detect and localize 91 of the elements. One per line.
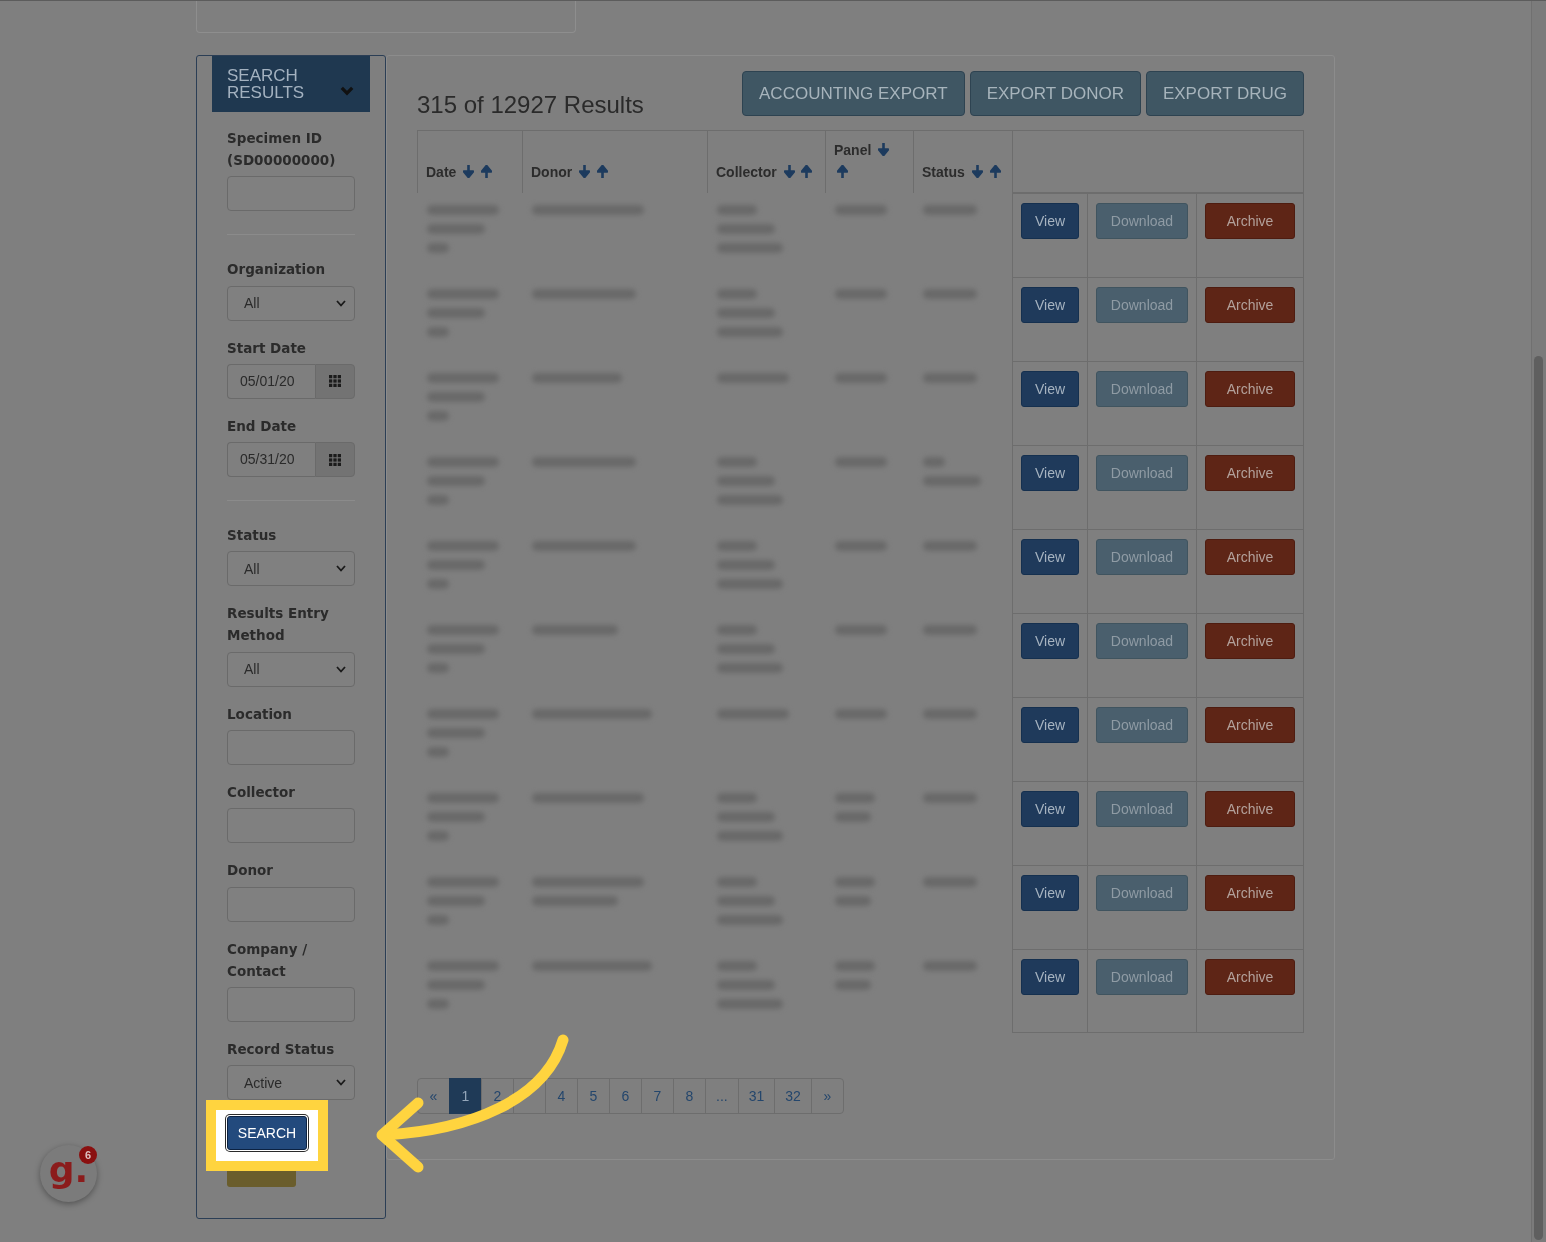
download-button[interactable]: Download — [1096, 791, 1188, 827]
page-link[interactable]: 32 — [774, 1078, 812, 1114]
download-button[interactable]: Download — [1096, 707, 1188, 743]
panel-title: SEARCH RESULTS — [227, 67, 306, 101]
arrow-down-icon[interactable] — [579, 165, 591, 178]
page-link[interactable]: 1 — [449, 1078, 482, 1114]
dropdown[interactable]: All — [227, 285, 355, 321]
grid-icon — [329, 453, 341, 466]
download-button[interactable]: Download — [1096, 623, 1188, 659]
archive-button[interactable]: Archive — [1205, 791, 1295, 827]
arrow-down-icon[interactable] — [878, 143, 890, 156]
view-button[interactable]: View — [1021, 623, 1079, 659]
view-button[interactable]: View — [1021, 203, 1079, 239]
secondary-button[interactable] — [227, 1171, 296, 1188]
grid-icon — [329, 375, 341, 388]
archive-button[interactable]: Archive — [1205, 287, 1295, 323]
archive-button[interactable]: Archive — [1205, 203, 1295, 239]
download-button[interactable]: Download — [1096, 875, 1188, 911]
view-button[interactable]: View — [1021, 455, 1079, 491]
page-link[interactable]: ... — [705, 1078, 739, 1114]
arrow-down-icon[interactable] — [971, 165, 983, 178]
field-label: Start Date — [227, 338, 308, 358]
page-link[interactable]: 2 — [481, 1078, 514, 1114]
dropdown[interactable]: Active — [227, 1065, 355, 1101]
panel-header[interactable]: SEARCH RESULTS — [212, 56, 370, 112]
field-label: Specimen ID (SD00000000) — [227, 129, 337, 170]
column-label[interactable]: Date — [426, 164, 457, 180]
archive-button[interactable]: Archive — [1205, 959, 1295, 995]
view-button[interactable]: View — [1021, 707, 1079, 743]
archive-button[interactable]: Archive — [1205, 455, 1295, 491]
archive-button[interactable]: Archive — [1205, 539, 1295, 575]
caret-down-icon — [336, 1079, 346, 1087]
dropdown[interactable]: All — [227, 651, 355, 687]
page-link[interactable]: » — [810, 1078, 844, 1114]
archive-button[interactable]: Archive — [1205, 707, 1295, 743]
view-button[interactable]: View — [1021, 539, 1079, 575]
download-button[interactable]: Download — [1096, 203, 1188, 239]
export-button[interactable]: ACCOUNTING EXPORT — [742, 71, 965, 116]
field-label: Location — [227, 704, 293, 724]
page-link[interactable]: 8 — [673, 1078, 706, 1114]
field-label: Organization — [227, 260, 327, 280]
caret-down-icon — [336, 565, 346, 573]
download-button[interactable]: Download — [1096, 959, 1188, 995]
caret-down-icon — [336, 665, 346, 673]
column-label[interactable]: Donor — [531, 164, 573, 180]
page-link[interactable]: 4 — [545, 1078, 578, 1114]
field-label: Record Status — [227, 1039, 336, 1059]
page-link[interactable] — [513, 1078, 546, 1114]
field-label: Company / Contact — [227, 939, 309, 981]
export-button[interactable]: EXPORT DONOR — [969, 71, 1141, 116]
arrow-up-icon[interactable] — [989, 165, 1001, 178]
view-button[interactable]: View — [1021, 791, 1079, 827]
view-button[interactable]: View — [1021, 875, 1079, 911]
field-label: Donor — [227, 861, 275, 881]
page-link[interactable]: 5 — [577, 1078, 610, 1114]
arrow-down-icon[interactable] — [783, 165, 795, 178]
calendar-button[interactable] — [315, 442, 355, 478]
field-label: Status — [227, 526, 278, 546]
archive-button[interactable]: Archive — [1205, 623, 1295, 659]
arrow-up-icon[interactable] — [837, 165, 848, 178]
view-button[interactable]: View — [1021, 371, 1079, 407]
arrow-up-icon[interactable] — [481, 165, 493, 178]
download-button[interactable]: Download — [1096, 287, 1188, 323]
caret-down-icon — [336, 299, 346, 307]
scrollbar-thumb[interactable] — [1534, 356, 1543, 1240]
download-button[interactable]: Download — [1096, 539, 1188, 575]
page-link[interactable]: 7 — [641, 1078, 674, 1114]
column-label[interactable]: Panel — [834, 142, 872, 158]
column-label[interactable]: Status — [922, 164, 965, 180]
field-label: Collector — [227, 783, 296, 803]
search-button[interactable]: SEARCH — [227, 1116, 307, 1151]
chevron-down-icon[interactable] — [340, 86, 354, 96]
column-label[interactable]: Collector — [716, 164, 777, 180]
archive-button[interactable]: Archive — [1205, 875, 1295, 911]
field-label: Results Entry Method — [227, 604, 330, 646]
export-button[interactable]: EXPORT DRUG — [1145, 71, 1304, 116]
arrow-up-icon[interactable] — [801, 165, 813, 178]
archive-button[interactable]: Archive — [1205, 371, 1295, 407]
field-label: End Date — [227, 416, 298, 436]
view-button[interactable]: View — [1021, 287, 1079, 323]
arrow-up-icon[interactable] — [597, 165, 608, 178]
dropdown[interactable]: All — [227, 551, 355, 587]
notification-badge: 6 — [79, 1146, 97, 1164]
view-button[interactable]: View — [1021, 959, 1079, 995]
arrow-down-icon[interactable] — [463, 165, 475, 178]
download-button[interactable]: Download — [1096, 455, 1188, 491]
calendar-button[interactable] — [315, 363, 355, 399]
page-link[interactable]: 6 — [609, 1078, 642, 1114]
page-link[interactable]: 31 — [737, 1078, 776, 1114]
results-count: 315 of 12927 Results — [417, 90, 644, 120]
download-button[interactable]: Download — [1096, 371, 1188, 407]
